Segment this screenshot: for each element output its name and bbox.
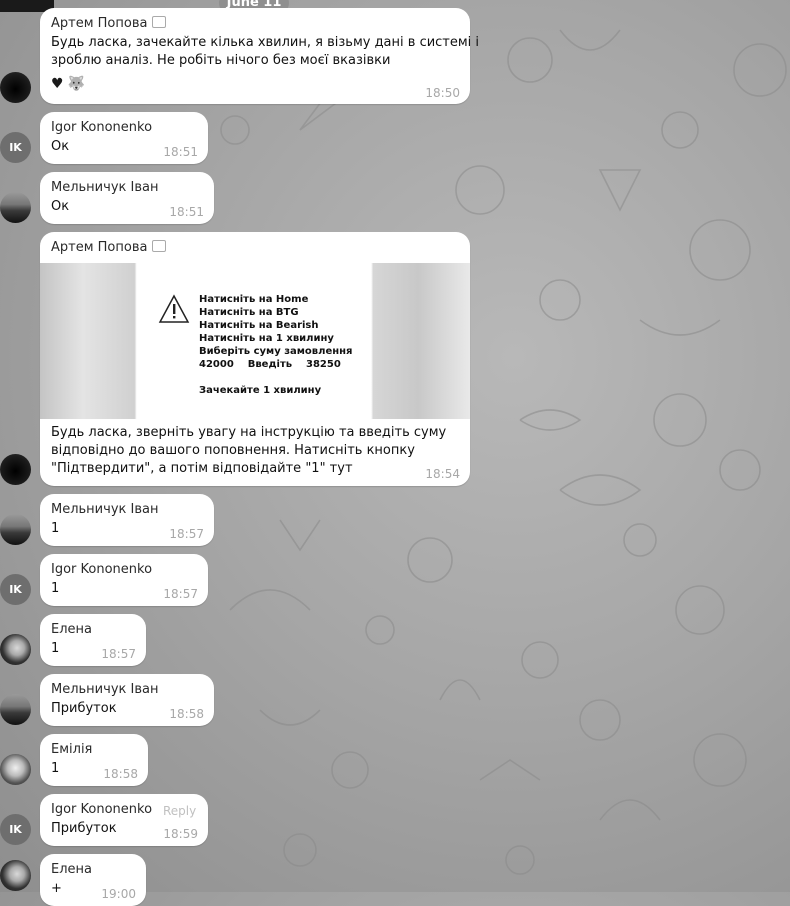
message-bubble[interactable]: Артем Попова Натисніть на Home Натисніть… [40,232,470,486]
avatar[interactable] [0,694,31,725]
message-text: відповідно до вашого поповнення. Натисні… [51,443,415,458]
message-text: 1 [51,581,60,596]
avatar[interactable]: IK [0,132,31,163]
message-time: 18:51 [169,205,204,219]
avatar[interactable] [0,754,31,785]
message-bubble[interactable]: Igor Kononenko Ок 18:51 [40,112,208,164]
message-text: Будь ласка, зачекайте кілька хвилин, я в… [51,35,480,50]
message-text: Ок [51,139,70,154]
avatar[interactable] [0,514,31,545]
message-time: 18:58 [169,707,204,721]
message-time: 18:57 [101,647,136,661]
message-text: Прибуток [51,701,117,716]
instruction-line: Виберіть суму замовлення [199,346,353,357]
message-time: 18:51 [163,145,198,159]
avatar[interactable] [0,454,31,485]
avatar[interactable] [0,860,31,891]
message-text: 1 [51,521,60,536]
sender-name: Мельничук Іван [51,682,159,697]
instruction-line: 42000 Введіть 38250 [199,359,341,370]
message-bubble[interactable]: Мельничук Іван Прибуток 18:58 [40,674,214,726]
avatar-reaction-icon[interactable]: 🐺 [68,76,85,92]
instruction-line: Натисніть на Home [199,294,309,305]
avatar[interactable]: IK [0,574,31,605]
message-text: "Підтвердити", а потім відповідайте "1" … [51,461,353,476]
message-bubble[interactable]: Igor Kononenko Reply Прибуток 18:59 [40,794,208,846]
message-time: 18:50 [425,86,460,100]
warning-icon [158,294,190,323]
message-time: 18:59 [163,827,198,841]
sender-name: Igor Kononenko [51,120,153,135]
message-bubble[interactable]: Мельничук Іван 1 18:57 [40,494,214,546]
message-bubble[interactable]: Емілія 1 18:58 [40,734,148,786]
message-text: Прибуток [51,821,117,836]
instruction-line: Натисніть на BTG [199,307,299,318]
sender-name: Мельничук Іван [51,180,159,195]
sender-name: Елена [51,862,92,877]
sender-name: Igor Kononenko [51,562,153,577]
message-time: 18:54 [425,467,460,481]
sender-name: Емілія [51,742,93,757]
message-time: 18:57 [169,527,204,541]
sender-name: Елена [51,622,92,637]
message-text: 1 [51,641,60,656]
instruction-line: Зачекайте 1 хвилину [199,385,322,396]
sender-name: Артем Попова [51,16,167,31]
message-text: Ок [51,199,70,214]
message-time: 19:00 [101,887,136,901]
message-text: Будь ласка, зверніть увагу на інструкцію… [51,425,447,440]
message-bubble[interactable]: Igor Kononenko 1 18:57 [40,554,208,606]
message-text: зроблю аналіз. Не робіть нічого без моєї… [51,53,391,68]
avatar[interactable] [0,72,31,103]
message-time: 18:58 [103,767,138,781]
avatar[interactable]: IK [0,814,31,845]
message-bubble[interactable]: Елена + 19:00 [40,854,146,906]
sender-name: Igor Kononenko [51,802,153,817]
reply-button[interactable]: Reply [163,804,196,818]
message-time: 18:57 [163,587,198,601]
message-bubble[interactable]: Мельничук Іван Ок 18:51 [40,172,214,224]
reactions[interactable]: ♥ 🐺 [51,76,89,92]
heart-reaction-icon[interactable]: ♥ [51,76,64,92]
message-bubble[interactable]: Артем Попова Будь ласка, зачекайте кільк… [40,8,479,104]
admin-badge-icon [152,16,167,28]
avatar[interactable] [0,192,31,223]
admin-badge-icon [152,240,167,252]
instruction-line: Натисніть на Bearish [199,320,319,331]
message-text: 1 [51,761,60,776]
instruction-line: Натисніть на 1 хвилину [199,333,334,344]
avatar[interactable] [0,634,31,665]
instruction-image[interactable]: Натисніть на Home Натисніть на BTG Натис… [40,263,470,419]
message-text: + [51,881,62,896]
sender-name: Мельничук Іван [51,502,159,517]
sender-name: Артем Попова [51,240,167,255]
message-bubble[interactable]: Елена 1 18:57 [40,614,146,666]
